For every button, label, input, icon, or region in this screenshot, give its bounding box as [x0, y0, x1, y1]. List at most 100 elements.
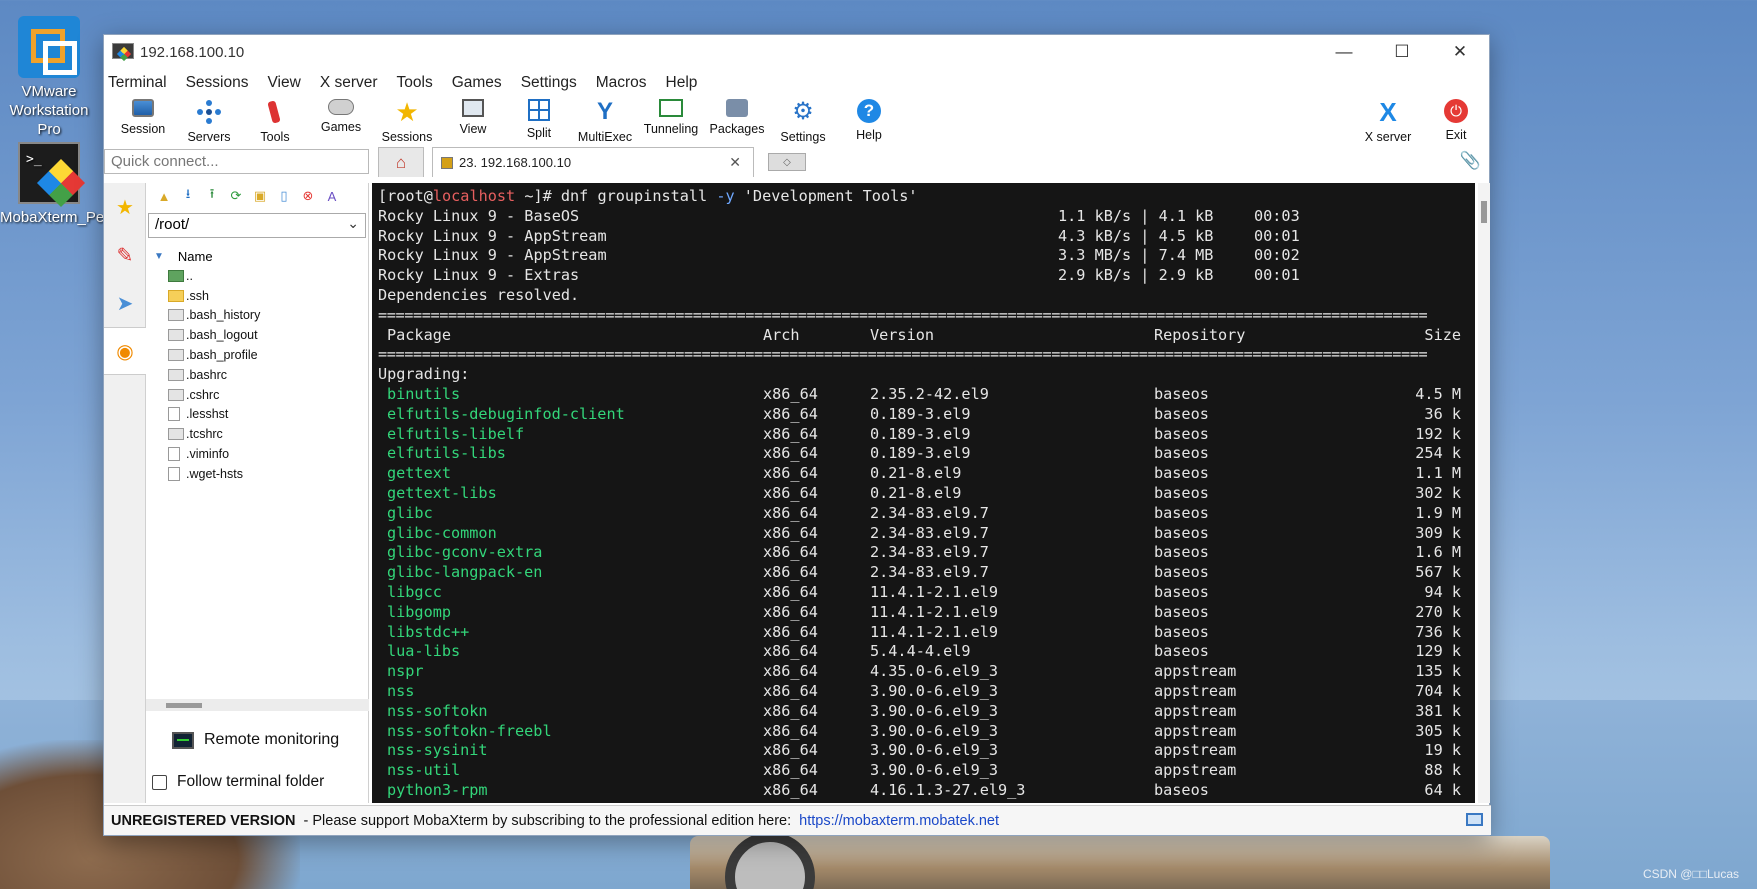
subscribe-link[interactable]: https://mobaxterm.mobatek.net [799, 813, 999, 829]
rename-icon[interactable]: A [322, 187, 342, 205]
sidebar-tab-sessions[interactable]: ★ [104, 183, 146, 231]
multiexec-button[interactable]: Y MultiExec [572, 97, 638, 147]
window-title: 192.168.100.10 [140, 43, 245, 61]
package-version: 3.90.0-6.el9_3 [870, 701, 999, 720]
servers-button[interactable]: Servers [176, 97, 242, 147]
title-bar[interactable]: 192.168.100.10 — ☐ ✕ [104, 35, 1489, 69]
packages-button[interactable]: Packages [704, 97, 770, 147]
prompt-user: [root@ [378, 187, 433, 205]
sessions-button[interactable]: ★ Sessions [374, 97, 440, 147]
remote-monitoring-button[interactable]: Remote monitoring [172, 731, 339, 749]
menu-sessions[interactable]: Sessions [186, 74, 249, 92]
terminal-scrollbar[interactable] [1478, 183, 1490, 803]
exit-button[interactable]: ⏻ Exit [1423, 97, 1489, 144]
split-button-label: Split [526, 126, 552, 140]
mobaxterm-app-icon [112, 43, 134, 61]
tools-button[interactable]: Tools [242, 97, 308, 147]
package-repo: appstream [1154, 701, 1237, 720]
file-row[interactable]: .wget-hsts [168, 464, 368, 484]
repo-name: Rocky Linux 9 - AppStream [378, 226, 607, 245]
download-icon[interactable]: ⭳ [178, 186, 198, 205]
upload-icon[interactable]: ⭱ [202, 186, 222, 205]
menu-macros[interactable]: Macros [596, 74, 647, 92]
menu-help[interactable]: Help [666, 74, 698, 92]
file-row[interactable]: .cshrc [168, 385, 368, 405]
package-version: 2.35.2-42.el9 [870, 384, 989, 403]
package-size: 567 k [1415, 563, 1461, 582]
terminal[interactable]: [root@ localhost ~]# dnf groupinstall -y … [372, 183, 1475, 803]
package-name: libgcc [387, 582, 442, 601]
tunneling-button[interactable]: Tunneling [638, 97, 704, 147]
package-name: glibc [387, 503, 433, 522]
games-button[interactable]: Games [308, 97, 374, 147]
maximize-button[interactable]: ☐ [1373, 35, 1431, 69]
package-size: 270 k [1415, 602, 1461, 621]
file-row[interactable]: .bashrc [168, 365, 368, 385]
new-folder-icon[interactable]: ▣ [250, 187, 270, 205]
refresh-icon[interactable]: ⟳ [226, 187, 246, 205]
home-tab[interactable]: ⌂ [378, 147, 424, 177]
file-name: .bash_profile [186, 348, 258, 363]
menu-view[interactable]: View [267, 74, 300, 92]
menu-terminal[interactable]: Terminal [108, 74, 167, 92]
minimize-button[interactable]: — [1315, 35, 1373, 69]
delete-icon[interactable]: ⊗ [298, 187, 318, 205]
package-version: 11.4.1-2.1.el9 [870, 582, 999, 601]
package-name: nss [387, 681, 415, 700]
package-version: 4.35.0-6.el9_3 [870, 662, 999, 681]
sftp-path-select[interactable]: /root/ ⌄ [148, 213, 366, 238]
close-button[interactable]: ✕ [1431, 35, 1489, 69]
menu-games[interactable]: Games [452, 74, 502, 92]
up-folder-icon[interactable]: ▲ [154, 187, 174, 205]
settings-button[interactable]: ⚙ Settings [770, 97, 836, 147]
view-button[interactable]: View [440, 97, 506, 147]
menu-x-server[interactable]: X server [320, 74, 378, 92]
file-row[interactable]: .viminfo [168, 444, 368, 464]
file-list-header[interactable]: ▼ Name [146, 246, 368, 266]
paperclip-icon[interactable]: 📎 [1460, 151, 1481, 171]
scrollbar-thumb[interactable] [166, 703, 202, 708]
package-name: glibc-common [387, 523, 497, 542]
follow-terminal-checkbox[interactable]: Follow terminal folder [152, 773, 324, 791]
package-name: lua-libs [387, 642, 461, 661]
file-row[interactable]: .bash_history [168, 306, 368, 326]
file-row[interactable]: .ssh [168, 286, 368, 306]
package-version: 0.189-3.el9 [870, 444, 971, 463]
file-row[interactable]: .bash_profile [168, 345, 368, 365]
new-file-icon[interactable]: ▯ [274, 187, 294, 205]
menu-tools[interactable]: Tools [397, 74, 433, 92]
file-name: .. [186, 268, 193, 283]
scrollbar-thumb[interactable] [1481, 201, 1487, 223]
session-tab[interactable]: 23. 192.168.100.10 ✕ [432, 147, 754, 177]
quick-connect-input[interactable]: Quick connect... [104, 149, 369, 174]
desktop-truck [690, 836, 1550, 889]
checkbox[interactable] [152, 774, 167, 790]
desktop-icon-mobaxterm[interactable]: >_ MobaXterm_Personal_2... [0, 142, 174, 227]
x-server-button[interactable]: X X server [1353, 97, 1423, 144]
sidebar-tab-macros[interactable]: ➤ [104, 279, 146, 327]
file-name: .cshrc [186, 387, 220, 402]
package-arch: x86_64 [763, 464, 818, 483]
new-tab-button[interactable]: ◇ [768, 153, 806, 171]
tools-icon [262, 99, 288, 125]
session-button[interactable]: Session [110, 97, 176, 147]
file-row[interactable]: .lesshst [168, 405, 368, 425]
desktop-icon-vmware[interactable]: VMware Workstation Pro [0, 16, 98, 139]
file-row[interactable]: .bash_logout [168, 325, 368, 345]
menu-settings[interactable]: Settings [521, 74, 577, 92]
split-button[interactable]: Split [506, 97, 572, 147]
file-icon [168, 428, 184, 441]
parent-folder-icon [168, 269, 184, 282]
sftp-horizontal-scrollbar[interactable] [146, 699, 369, 711]
tab-close-icon[interactable]: ✕ [729, 154, 741, 171]
gear-icon: ⚙ [792, 98, 814, 125]
help-button[interactable]: ? Help [836, 97, 902, 147]
package-version: 4.16.1.3-27.el9_3 [870, 780, 1026, 799]
file-row[interactable]: .tcshrc [168, 424, 368, 444]
monitor-icon[interactable] [1466, 813, 1483, 826]
sidebar-tab-tools[interactable]: ✎ [104, 231, 146, 279]
file-row[interactable]: .. [168, 266, 368, 286]
repo-name: Rocky Linux 9 - BaseOS [378, 206, 580, 225]
sidebar-tab-sftp[interactable]: ◉ [104, 327, 146, 375]
package-arch: x86_64 [763, 622, 818, 641]
